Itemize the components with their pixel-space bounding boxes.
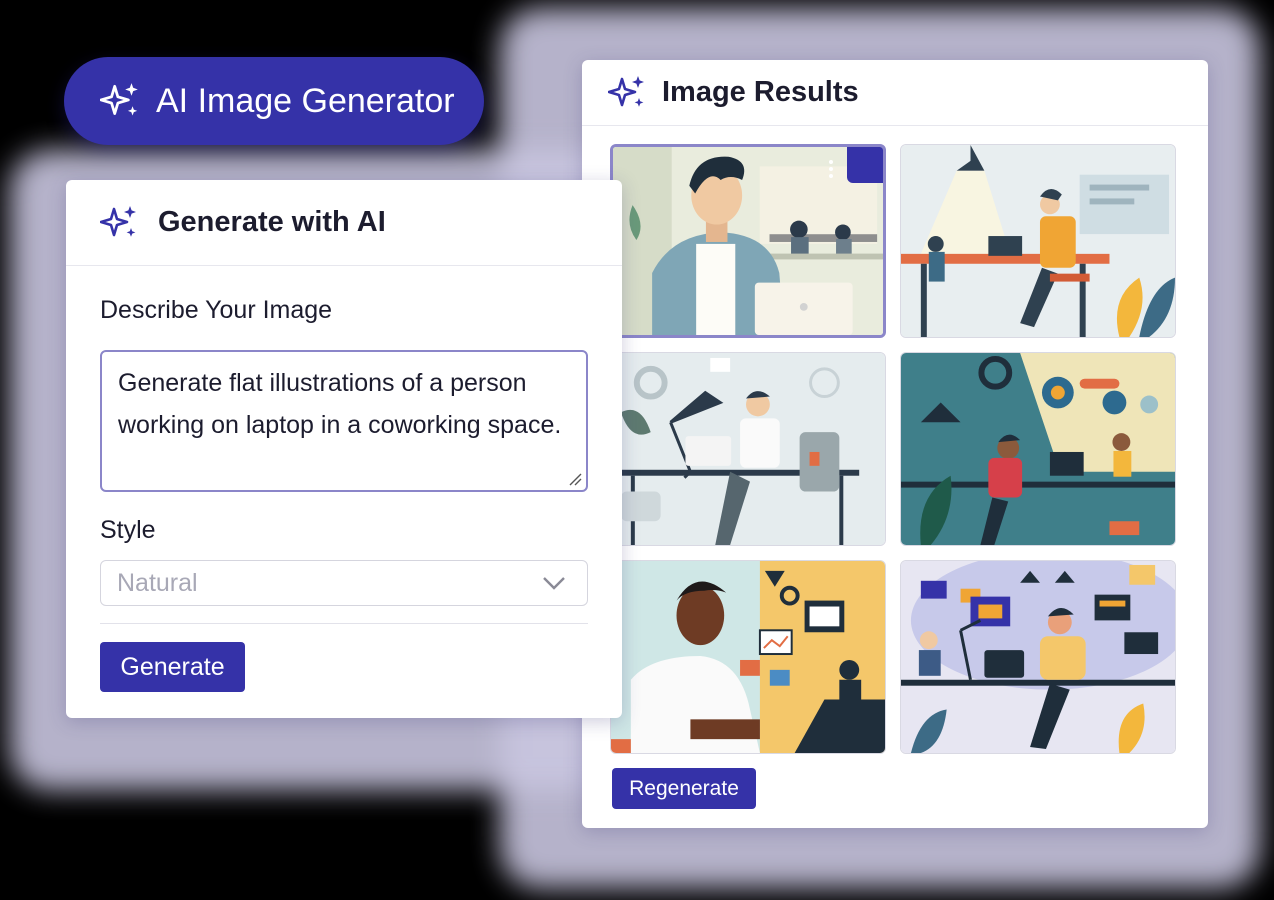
image-result-3[interactable] <box>610 352 886 546</box>
illustration-office-desks-image <box>901 145 1175 337</box>
chevron-down-icon <box>543 577 565 590</box>
prompt-textarea[interactable]: Generate flat illustrations of a person … <box>100 350 588 492</box>
image-result-2[interactable] <box>900 144 1176 338</box>
sparkle-icon <box>608 75 644 107</box>
illustration-teal-workspace-image <box>901 353 1175 545</box>
divider <box>100 623 588 624</box>
image-result-5[interactable] <box>610 560 886 754</box>
illustration-desk-lamp-image <box>611 353 885 545</box>
image-results-panel: Image Results Regenerate <box>582 60 1208 828</box>
badge-title: AI Image Generator <box>156 81 455 120</box>
sparkle-icon <box>100 205 136 237</box>
illustration-purple-office-image <box>901 561 1175 753</box>
ai-image-generator-badge: AI Image Generator <box>64 57 484 145</box>
describe-label: Describe Your Image <box>100 296 333 324</box>
style-select[interactable]: Natural <box>100 560 588 606</box>
style-select-value: Natural <box>117 568 198 597</box>
resize-grip-icon[interactable] <box>568 472 582 486</box>
image-result-6[interactable] <box>900 560 1176 754</box>
selected-corner-badge <box>847 147 883 183</box>
image-result-1[interactable] <box>610 144 886 338</box>
image-grid <box>610 144 1176 754</box>
results-header: Image Results <box>582 60 1208 126</box>
generate-with-ai-panel: Generate with AI Describe Your Image Gen… <box>66 180 622 718</box>
regenerate-button[interactable]: Regenerate <box>612 768 756 809</box>
sparkle-icon <box>100 83 138 116</box>
results-title: Image Results <box>662 76 859 108</box>
generator-title: Generate with AI <box>158 206 386 238</box>
prompt-text: Generate flat illustrations of a person … <box>118 369 562 439</box>
generator-header: Generate with AI <box>66 180 622 266</box>
image-result-4[interactable] <box>900 352 1176 546</box>
illustration-man-white-shirt-image <box>611 561 885 753</box>
style-label: Style <box>100 516 156 544</box>
more-options-icon[interactable] <box>829 157 835 181</box>
generate-button[interactable]: Generate <box>100 642 245 692</box>
illustration-man-laptop-image <box>613 147 883 335</box>
